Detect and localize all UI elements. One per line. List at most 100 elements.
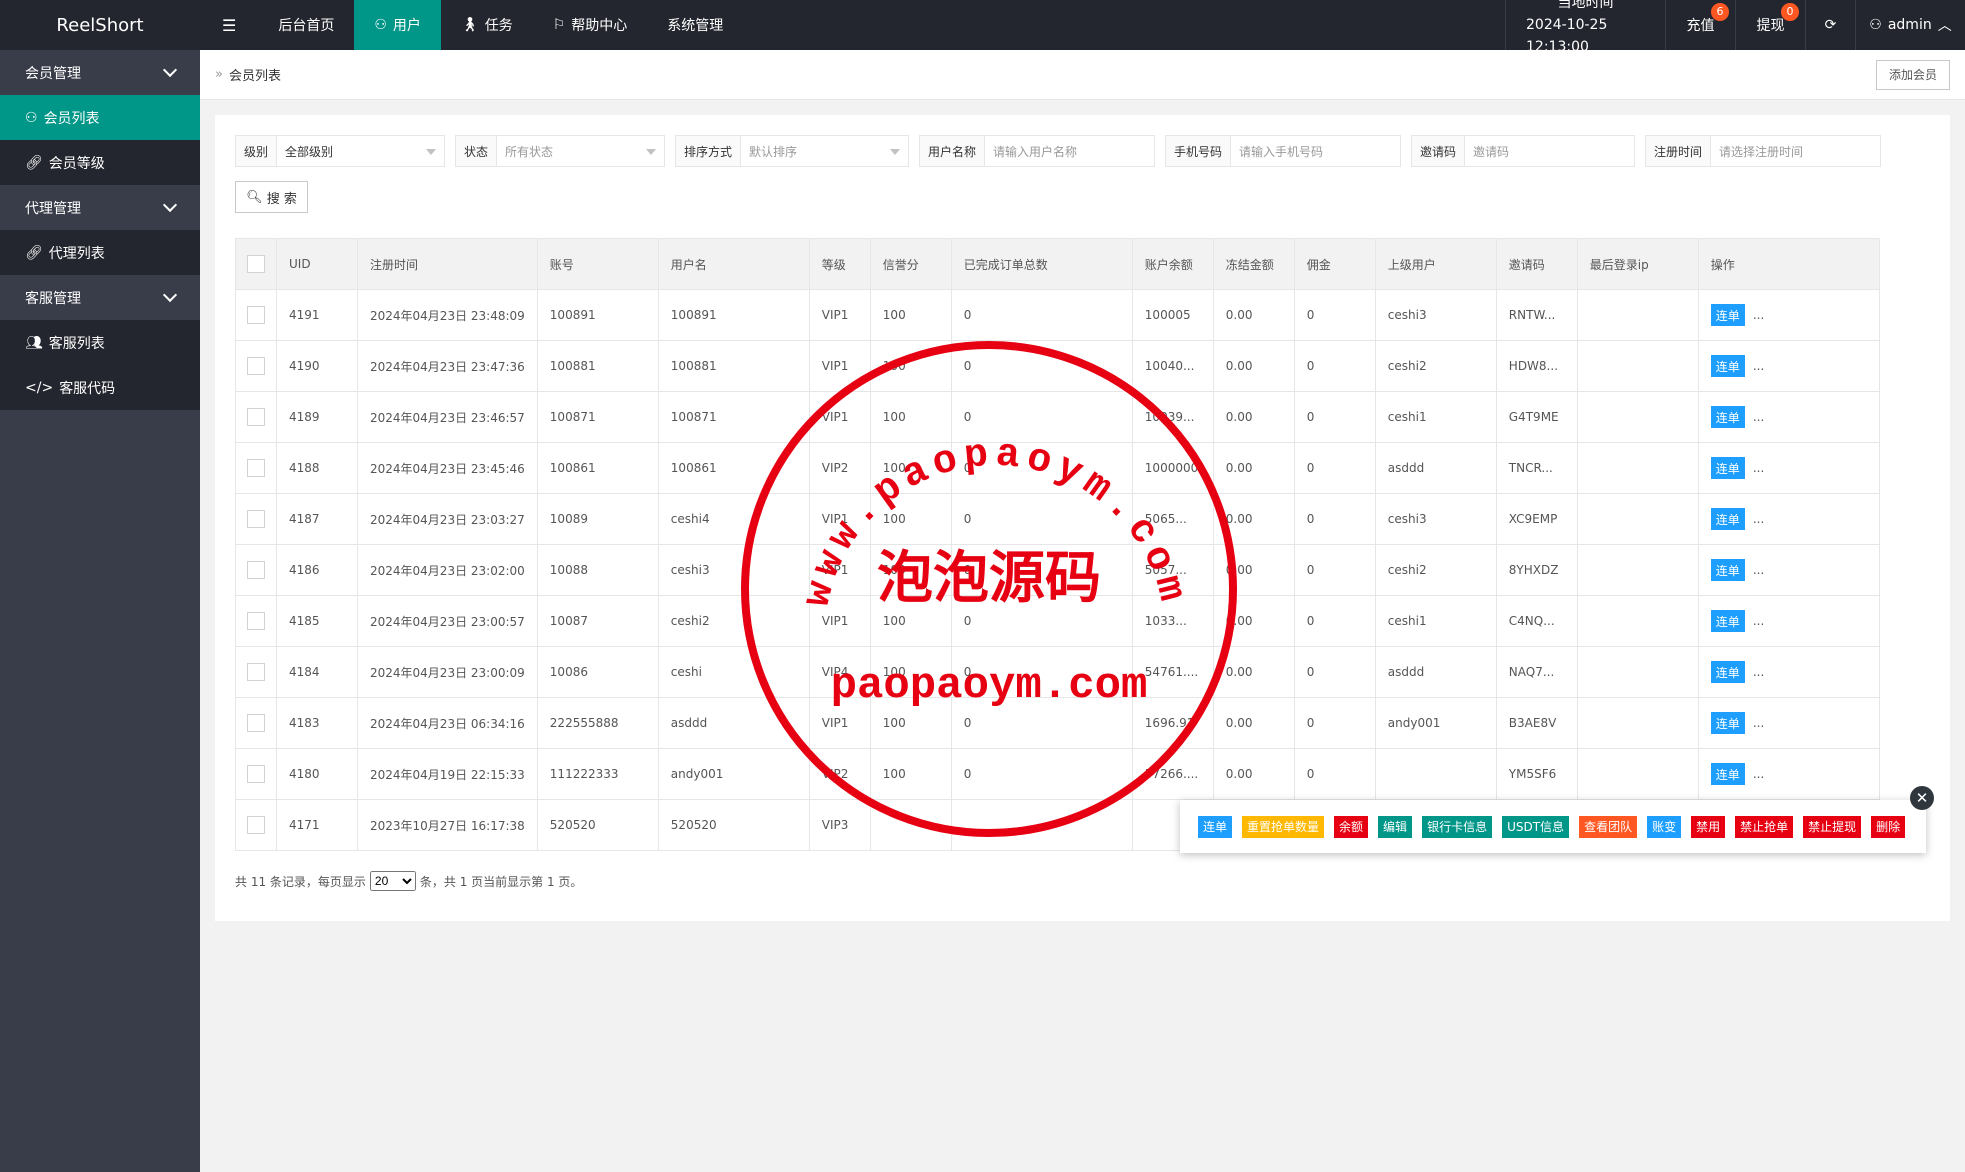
sidebar-group-service[interactable]: 客服管理 [0, 275, 200, 320]
link-order-button[interactable]: 连单 [1710, 712, 1745, 734]
popup-action-button[interactable]: 编辑 [1378, 815, 1413, 838]
sort-select[interactable]: 默认排序 [741, 136, 908, 166]
row-checkbox[interactable] [247, 663, 265, 681]
invite-input[interactable]: 邀请码 [1465, 136, 1634, 166]
sort-filter[interactable]: 排序方式 默认排序 [675, 135, 909, 167]
link-order-button[interactable]: 连单 [1710, 661, 1745, 683]
link-order-button[interactable]: 连单 [1710, 304, 1745, 326]
table-cell: 5065... [1131, 493, 1214, 545]
popup-action-button[interactable]: 查看团队 [1579, 815, 1638, 838]
table-row[interactable]: 4184 2024年04月23日 23:00:09 10086 ceshi VIP4 10… [235, 646, 1880, 698]
popup-action-button[interactable]: 禁止提现 [1803, 815, 1862, 838]
table-body: 4191 2024年04月23日 23:48:09 100891 100891 VIP1… [235, 289, 1880, 851]
menu-toggle-icon[interactable]: ☰ [200, 0, 258, 50]
sidebar-item-service-list[interactable]: 👥︎ 客服列表 [0, 320, 200, 365]
sidebar-group-members[interactable]: 会员管理 [0, 50, 200, 95]
level-filter[interactable]: 级别 全部级别 [235, 135, 445, 167]
table-row[interactable]: 4186 2024年04月23日 23:02:00 10088 ceshi3 VIP1 1… [235, 544, 1880, 596]
nav-item-home[interactable]: 后台首页 [258, 0, 354, 50]
row-checkbox[interactable] [247, 765, 265, 783]
row-select-cell [235, 391, 277, 443]
refresh-icon[interactable]: ⟳ [1805, 0, 1855, 50]
row-checkbox[interactable] [247, 408, 265, 426]
row-checkbox[interactable] [247, 714, 265, 732]
table-row[interactable]: 4185 2024年04月23日 23:00:57 10087 ceshi2 VIP1 1… [235, 595, 1880, 647]
item-label: 代理列表 [48, 245, 105, 262]
table-row[interactable]: 4191 2024年04月23日 23:48:09 100891 100891 VIP1… [235, 289, 1880, 341]
popup-action-button[interactable]: 账变 [1647, 815, 1682, 838]
table-row[interactable]: 4190 2024年04月23日 23:47:36 100881 100881 VIP1… [235, 340, 1880, 392]
table-cell: 2023年10月27日 16:17:38 [357, 799, 538, 851]
more-actions-button[interactable]: ... [1753, 767, 1764, 781]
page-size-select[interactable]: 20 [369, 871, 416, 891]
row-checkbox[interactable] [247, 459, 265, 477]
table-row[interactable]: 4183 2024年04月23日 06:34:16 222555888 asddd VI… [235, 697, 1880, 749]
more-actions-button[interactable]: ... [1753, 563, 1764, 577]
add-member-button[interactable]: 添加会员 [1875, 59, 1950, 90]
table-cell: G4T9ME [1495, 391, 1578, 443]
sidebar-item-service-code[interactable]: </> 客服代码 [0, 365, 200, 410]
more-actions-button[interactable]: ... [1753, 359, 1764, 373]
row-checkbox[interactable] [247, 612, 265, 630]
row-checkbox[interactable] [247, 357, 265, 375]
status-filter[interactable]: 状态 所有状态 [455, 135, 665, 167]
app-logo[interactable]: ReelShort [0, 0, 200, 50]
nav-item-system[interactable]: 系统管理 [647, 0, 743, 50]
popup-action-button[interactable]: 银行卡信息 [1422, 815, 1493, 838]
invite-filter: 邀请码 邀请码 [1411, 135, 1635, 167]
username-input[interactable]: 请输入用户名称 [985, 136, 1154, 166]
popup-action-button[interactable]: 余额 [1334, 815, 1369, 838]
link-order-button[interactable]: 连单 [1710, 457, 1745, 479]
recharge-button[interactable]: 充值 6 [1665, 0, 1735, 50]
more-actions-button[interactable]: ... [1753, 512, 1764, 526]
link-order-button[interactable]: 连单 [1710, 559, 1745, 581]
table-cell: VIP1 [808, 544, 871, 596]
more-actions-button[interactable]: ... [1753, 410, 1764, 424]
popup-action-button[interactable]: 禁用 [1691, 815, 1726, 838]
sidebar-item-member-level[interactable]: 🔗︎ 会员等级 [0, 140, 200, 185]
sidebar-item-agent-list[interactable]: 🔗︎ 代理列表 [0, 230, 200, 275]
row-checkbox[interactable] [247, 561, 265, 579]
more-actions-button[interactable]: ... [1753, 461, 1764, 475]
link-order-button[interactable]: 连单 [1710, 763, 1745, 785]
table-row[interactable]: 4189 2024年04月23日 23:46:57 100871 100871 VIP1… [235, 391, 1880, 443]
popup-action-button[interactable]: 删除 [1871, 815, 1906, 838]
table-row[interactable]: 4187 2024年04月23日 23:03:27 10089 ceshi4 VIP1 1… [235, 493, 1880, 545]
popup-action-button[interactable]: 重置抢单数量 [1242, 815, 1325, 838]
breadcrumb-current[interactable]: 会员列表 [229, 65, 281, 84]
table-cell: 222555888 [536, 697, 659, 749]
more-actions-button[interactable]: ... [1753, 716, 1764, 730]
table-cell: 100891 [536, 289, 659, 341]
nav-item-help[interactable]: ⚐ 帮助中心 [533, 0, 648, 50]
level-select[interactable]: 全部级别 [277, 136, 444, 166]
table-cell: 10086 [536, 646, 659, 698]
popup-action-button[interactable]: 禁止抢单 [1735, 815, 1794, 838]
link-order-button[interactable]: 连单 [1710, 355, 1745, 377]
table-row[interactable]: 4188 2024年04月23日 23:45:46 100861 100861 VIP2… [235, 442, 1880, 494]
select-all-checkbox[interactable] [247, 255, 265, 273]
sidebar-item-member-list[interactable]: ⚇ 会员列表 [0, 95, 200, 140]
link-order-button[interactable]: 连单 [1710, 406, 1745, 428]
link-order-button[interactable]: 连单 [1710, 508, 1745, 530]
row-checkbox[interactable] [247, 816, 265, 834]
status-select[interactable]: 所有状态 [497, 136, 664, 166]
nav-item-users[interactable]: ⚇ 用户 [354, 0, 441, 50]
nav-item-tasks[interactable]: 🚶︎ 任务 [441, 0, 533, 50]
phone-input[interactable]: 请输入手机号码 [1231, 136, 1400, 166]
table-cell: ceshi [657, 646, 810, 698]
withdraw-button[interactable]: 提现 0 [1735, 0, 1805, 50]
close-icon[interactable]: ✕ [1910, 786, 1934, 810]
regtime-input[interactable]: 请选择注册时间 [1711, 136, 1880, 166]
table-row[interactable]: 4180 2024年04月19日 22:15:33 111222333 andy001… [235, 748, 1880, 800]
sidebar-group-agents[interactable]: 代理管理 [0, 185, 200, 230]
row-checkbox[interactable] [247, 306, 265, 324]
popup-action-button[interactable]: 连单 [1198, 815, 1233, 838]
link-order-button[interactable]: 连单 [1710, 610, 1745, 632]
user-menu[interactable]: ⚇ admin ︿ [1855, 0, 1965, 50]
search-button[interactable]: 🔍︎ 搜 索 [235, 181, 308, 213]
more-actions-button[interactable]: ... [1753, 308, 1764, 322]
more-actions-button[interactable]: ... [1753, 665, 1764, 679]
popup-action-button[interactable]: USDT信息 [1502, 815, 1570, 838]
row-checkbox[interactable] [247, 510, 265, 528]
more-actions-button[interactable]: ... [1753, 614, 1764, 628]
